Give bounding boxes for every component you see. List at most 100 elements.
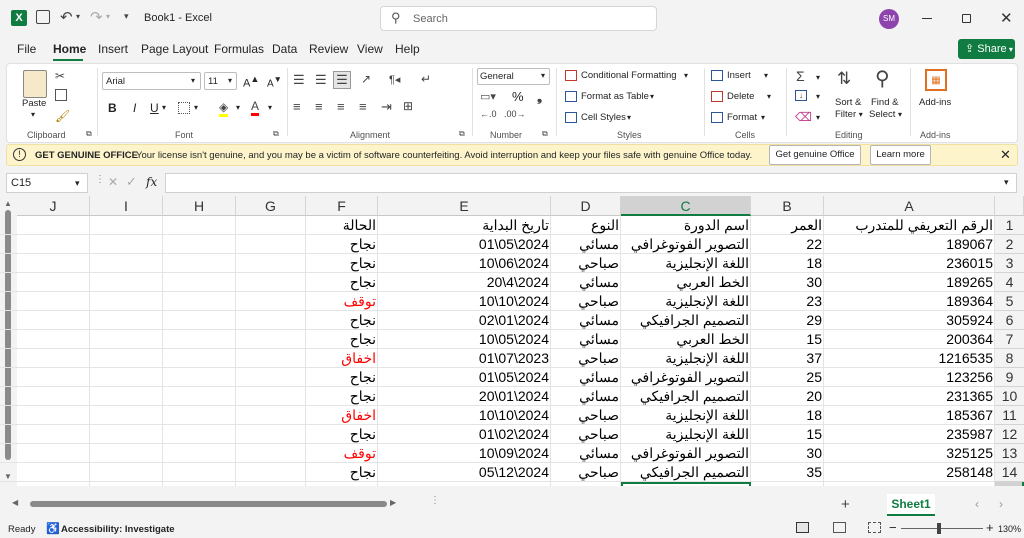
borders-icon[interactable] xyxy=(178,102,190,114)
column-header-I[interactable]: I xyxy=(90,196,163,216)
find-select-button[interactable]: Find & xyxy=(871,97,898,108)
cell-start-date[interactable]: 10\10\2024 xyxy=(380,406,549,425)
fill-color-dropdown-icon[interactable]: ▾ xyxy=(236,103,240,112)
cell-age[interactable]: 23 xyxy=(753,292,822,311)
chevron-down-icon[interactable]: ▾ xyxy=(627,113,631,122)
cell-trainee-id[interactable]: 258148 xyxy=(826,463,993,482)
cell-age[interactable]: 35 xyxy=(753,463,822,482)
previous-sheet-icon[interactable]: ‹ xyxy=(975,497,979,511)
column-header-D[interactable]: D xyxy=(551,196,621,216)
page-layout-view-icon[interactable] xyxy=(833,522,846,533)
cell-type[interactable]: صباحي xyxy=(553,463,619,482)
cell-start-date[interactable]: 10\09\2024 xyxy=(380,444,549,463)
paste-dropdown-icon[interactable]: ▾ xyxy=(31,110,35,119)
chevron-down-icon[interactable]: ▾ xyxy=(761,113,765,122)
cell-trainee-id[interactable]: 305924 xyxy=(826,311,993,330)
bold-button[interactable]: B xyxy=(108,101,117,115)
wrap-text-icon[interactable]: ↵ xyxy=(421,72,431,86)
cell-age[interactable]: 37 xyxy=(753,349,822,368)
fill-color-icon[interactable]: ◈ xyxy=(219,100,229,117)
row-header[interactable]: 8 xyxy=(995,349,1024,368)
active-cell-C15[interactable] xyxy=(621,482,751,486)
delete-cells-button[interactable]: Delete xyxy=(727,91,754,102)
avatar[interactable]: SM xyxy=(879,9,899,29)
column-header-C[interactable]: C xyxy=(621,196,751,216)
borders-dropdown-icon[interactable]: ▾ xyxy=(194,103,198,112)
alignment-launcher-icon[interactable]: ⧉ xyxy=(459,129,465,139)
cell-age[interactable]: 30 xyxy=(753,273,822,292)
align-right-icon[interactable]: ≡ xyxy=(337,99,345,114)
cell-type[interactable]: مسائي xyxy=(553,368,619,387)
column-header-F[interactable]: F xyxy=(306,196,378,216)
restore-icon[interactable] xyxy=(962,14,971,23)
text-direction-icon[interactable]: ¶◂ xyxy=(389,73,400,86)
column-header-E[interactable]: E xyxy=(378,196,551,216)
number-launcher-icon[interactable]: ⧉ xyxy=(542,129,548,139)
comma-style-icon[interactable]: ❟ xyxy=(537,89,542,105)
column-header-G[interactable]: G xyxy=(236,196,306,216)
cell-type[interactable]: مسائي xyxy=(553,273,619,292)
sheet-tab-sheet1[interactable]: Sheet1 xyxy=(887,494,935,516)
insert-cells-icon[interactable] xyxy=(711,70,723,81)
row-header[interactable]: 12 xyxy=(995,425,1024,444)
row-header[interactable]: 3 xyxy=(995,254,1024,273)
menu-review[interactable]: Review xyxy=(309,42,348,56)
select-all-corner[interactable] xyxy=(995,196,1024,216)
row-header[interactable]: 10 xyxy=(995,387,1024,406)
enter-icon[interactable]: ✓ xyxy=(126,174,137,190)
italic-button[interactable]: I xyxy=(133,101,136,115)
cell-type[interactable]: صباحي xyxy=(553,425,619,444)
font-launcher-icon[interactable]: ⧉ xyxy=(273,129,279,139)
format-as-table-button[interactable]: Format as Table xyxy=(581,91,649,102)
row-header[interactable]: 11 xyxy=(995,406,1024,425)
row-header[interactable]: 6 xyxy=(995,311,1024,330)
cell-start-date[interactable]: 01\05\2024 xyxy=(380,368,549,387)
cell-trainee-id[interactable]: 189265 xyxy=(826,273,993,292)
cell-trainee-id[interactable]: 1216535 xyxy=(826,349,993,368)
format-painter-icon[interactable]: 🖌 xyxy=(55,109,70,123)
learn-more-button[interactable]: Learn more xyxy=(870,145,931,165)
cell-type[interactable]: صباحي xyxy=(553,406,619,425)
font-size-select[interactable]: 11 ▾ xyxy=(204,72,237,90)
cell-course[interactable]: التصميم الجرافيكي xyxy=(623,311,749,330)
clear-icon[interactable]: ⌫ xyxy=(795,110,812,124)
paste-icon[interactable] xyxy=(23,70,47,98)
merge-cells-icon[interactable]: ⊞ xyxy=(403,99,413,113)
cell-start-date[interactable]: 01\07\2023 xyxy=(380,349,549,368)
cell-age[interactable]: 15 xyxy=(753,330,822,349)
cell-course[interactable]: اللغة الإنجليزية xyxy=(623,349,749,368)
insert-cells-button[interactable]: Insert xyxy=(727,70,751,81)
menu-data[interactable]: Data xyxy=(272,42,297,56)
cell-age[interactable]: 25 xyxy=(753,368,822,387)
cell-start-date[interactable]: 02\01\2024 xyxy=(380,311,549,330)
menu-home[interactable]: Home xyxy=(53,42,86,56)
align-bottom-icon[interactable]: ☰ xyxy=(333,71,351,89)
scroll-down-icon[interactable]: ▼ xyxy=(4,472,12,481)
column-header-A[interactable]: A xyxy=(824,196,995,216)
name-box[interactable]: C15 ▾ xyxy=(6,173,88,193)
chevron-down-icon[interactable]: ▾ xyxy=(650,92,654,101)
sort-filter-button[interactable]: Sort & xyxy=(835,97,861,108)
cell-trainee-id[interactable]: 123256 xyxy=(826,368,993,387)
cell-styles-button[interactable]: Cell Styles xyxy=(581,112,626,123)
accounting-format-icon[interactable]: ▭▾ xyxy=(480,90,496,103)
h-scroll-thumb[interactable] xyxy=(30,501,387,507)
underline-dropdown-icon[interactable]: ▾ xyxy=(162,103,166,112)
autosave-icon[interactable] xyxy=(36,10,50,24)
cell-status[interactable]: نجاح xyxy=(308,311,376,330)
menu-file[interactable]: File xyxy=(17,42,36,56)
row-header[interactable]: 4 xyxy=(995,273,1024,292)
cell-start-date[interactable]: 10\06\2024 xyxy=(380,254,549,273)
cell-course[interactable]: اللغة الإنجليزية xyxy=(623,406,749,425)
cell-course[interactable]: التصوير الفوتوغرافي xyxy=(623,444,749,463)
cell-age[interactable]: 22 xyxy=(753,235,822,254)
find-select-button-line2[interactable]: Select ▾ xyxy=(869,109,902,120)
row-header[interactable]: 9 xyxy=(995,368,1024,387)
cell-age[interactable]: 15 xyxy=(753,425,822,444)
conditional-formatting-button[interactable]: Conditional Formatting xyxy=(581,70,677,81)
cell-age[interactable]: 20 xyxy=(753,387,822,406)
conditional-formatting-icon[interactable] xyxy=(565,70,577,81)
menu-page-layout[interactable]: Page Layout xyxy=(141,42,208,56)
cell-status[interactable]: نجاح xyxy=(308,235,376,254)
cell-type[interactable]: مسائي xyxy=(553,387,619,406)
